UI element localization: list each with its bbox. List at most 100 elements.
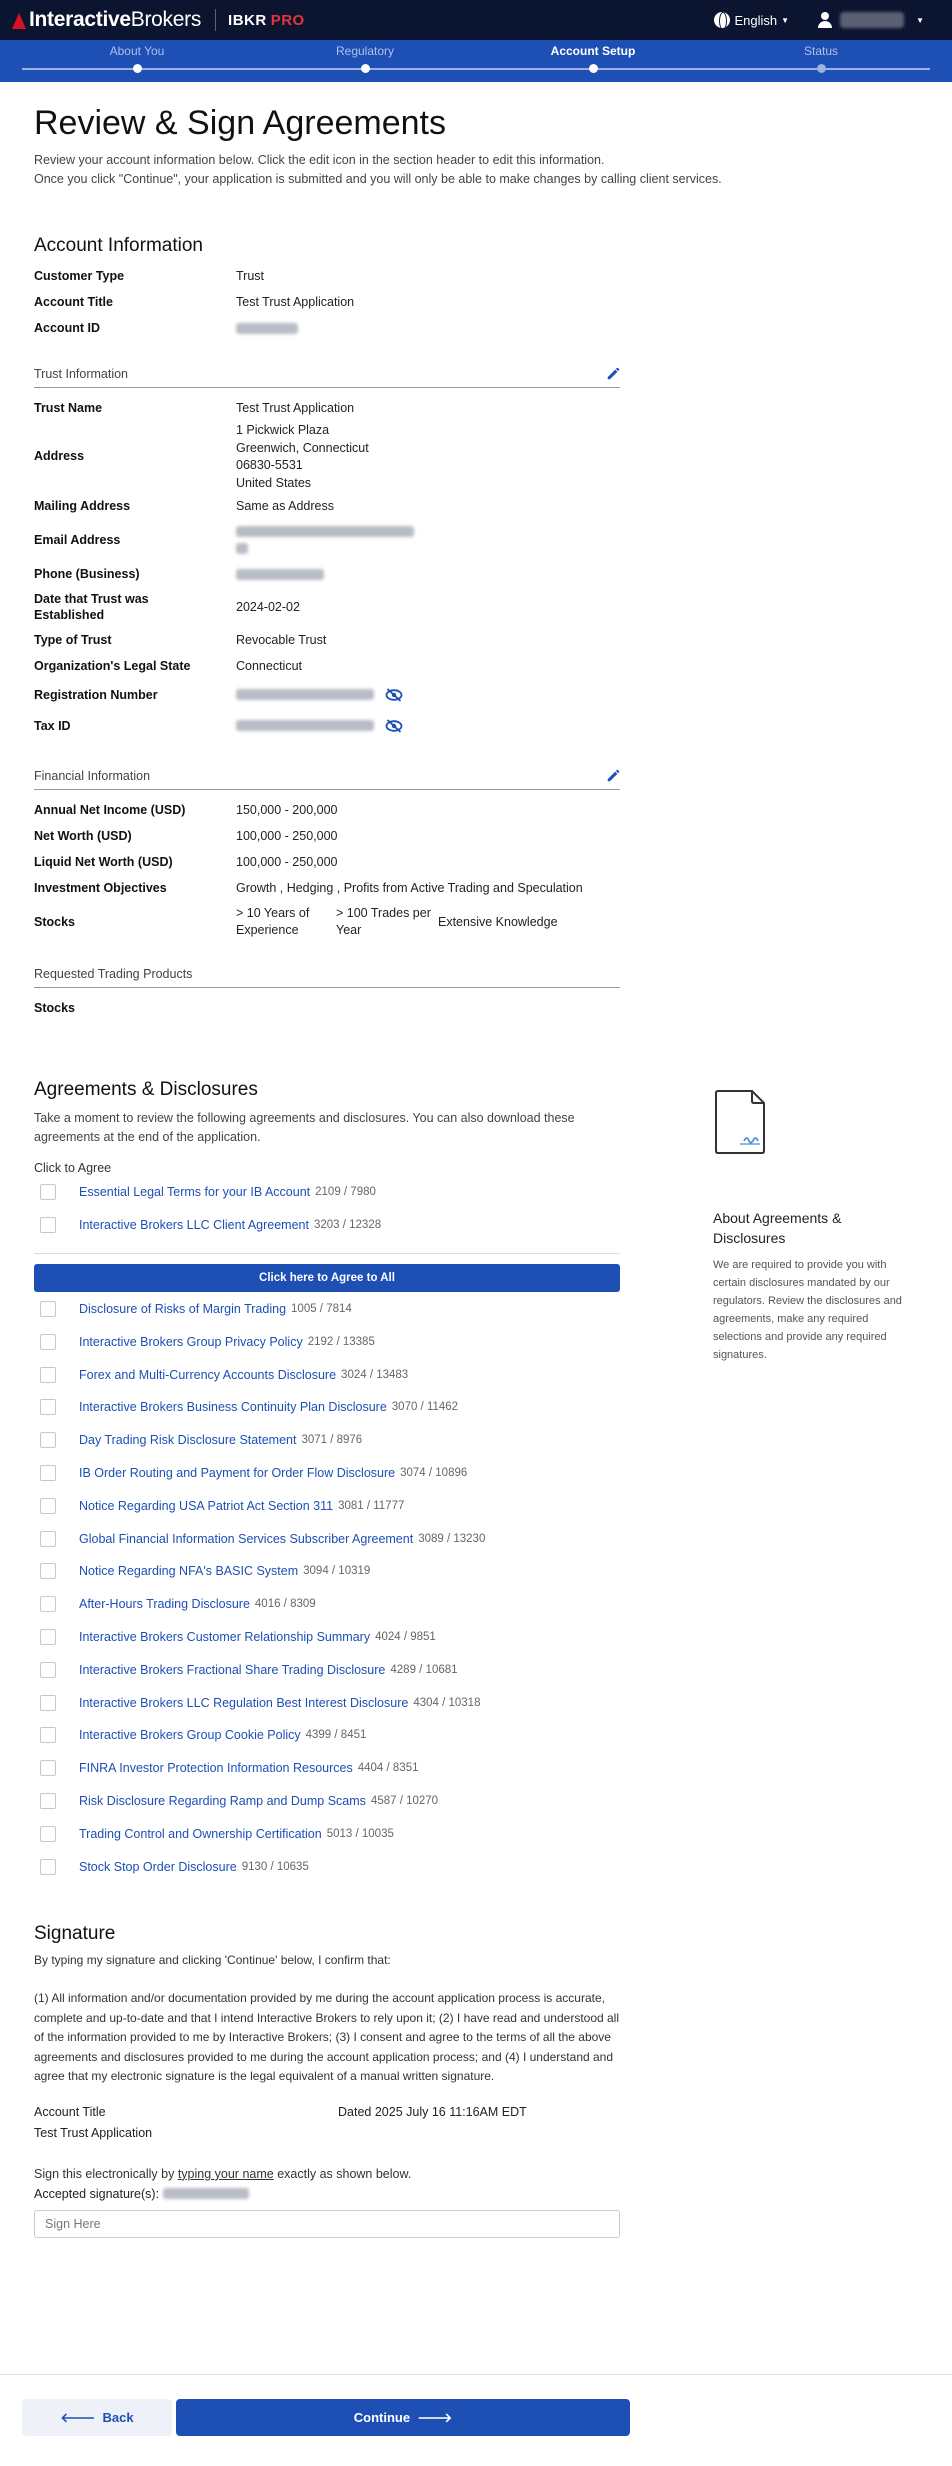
eye-slash-icon[interactable] [385, 688, 403, 702]
agree-checkbox[interactable] [40, 1792, 56, 1809]
agreement-link[interactable]: Essential Legal Terms for your IB Accoun… [79, 1185, 310, 1199]
agree-checkbox[interactable] [40, 1333, 56, 1350]
agree-checkbox[interactable] [40, 1497, 56, 1514]
agree-checkbox[interactable] [40, 1628, 56, 1645]
language-selector[interactable]: English ▼ [713, 12, 789, 28]
signature-intro: By typing my signature and clicking 'Con… [34, 1952, 391, 1967]
field-value: Revocable Trust [236, 633, 327, 647]
agreement-code: 3070 / 11462 [391, 1401, 459, 1414]
annual-income-row: Annual Net Income (USD) 150,000 - 200,00… [34, 797, 620, 823]
agreement-link[interactable]: Interactive Brokers Group Privacy Policy [79, 1335, 303, 1349]
field-label: Account Title [34, 295, 113, 309]
net-worth-row: Net Worth (USD) 100,000 - 250,000 [34, 823, 620, 849]
field-label: Account ID [34, 321, 100, 335]
agreement-link[interactable]: Stock Stop Order Disclosure [79, 1860, 237, 1874]
agree-checkbox[interactable] [40, 1661, 56, 1678]
field-value [236, 718, 403, 733]
agreement-row: Interactive Brokers LLC Client Agreement… [34, 1209, 620, 1242]
agree-checkbox[interactable] [40, 1596, 56, 1613]
field-label: Liquid Net Worth (USD) [34, 855, 173, 869]
agree-checkbox[interactable] [40, 1858, 56, 1875]
agreement-code: 9130 / 10635 [241, 1860, 309, 1873]
agreement-row: Interactive Brokers Business Continuity … [34, 1391, 620, 1424]
user-menu[interactable]: ▼ [817, 12, 924, 28]
agreement-link[interactable]: Risk Disclosure Regarding Ramp and Dump … [79, 1794, 366, 1808]
agree-checkbox[interactable] [40, 1464, 56, 1481]
phone-row: Phone (Business) [34, 561, 620, 587]
agree-checkbox[interactable] [40, 1825, 56, 1842]
field-value [236, 321, 298, 335]
field-label: Type of Trust [34, 633, 112, 647]
agreement-link[interactable]: After-Hours Trading Disclosure [79, 1597, 250, 1611]
step-regulatory[interactable]: Regulatory [265, 44, 465, 73]
agree-checkbox[interactable] [40, 1432, 56, 1449]
agree-checkbox[interactable] [40, 1217, 56, 1234]
agreement-link[interactable]: IB Order Routing and Payment for Order F… [79, 1466, 395, 1480]
tax-id-row: Tax ID [34, 710, 620, 741]
agreement-code: 4404 / 8351 [357, 1762, 419, 1775]
agree-to-all-button[interactable]: Click here to Agree to All [34, 1263, 620, 1292]
field-value: Growth , Hedging , Profits from Active T… [236, 881, 583, 895]
field-value: Connecticut [236, 659, 303, 673]
edit-pencil-icon[interactable] [606, 367, 620, 381]
field-label: Phone (Business) [34, 567, 140, 581]
eye-slash-icon[interactable] [385, 719, 403, 733]
step-status: Status [721, 44, 921, 73]
agreement-row: Interactive Brokers Group Cookie Policy 4… [34, 1719, 620, 1752]
agree-checkbox[interactable] [40, 1300, 56, 1317]
field-label: Customer Type [34, 269, 125, 283]
footer-actions: 🡐 Back Continue 🡒 [0, 2374, 952, 2466]
stocks-experience-value: > 10 Years of Experience [236, 906, 310, 937]
agreement-link[interactable]: Day Trading Risk Disclosure Statement [79, 1433, 296, 1447]
agreement-link[interactable]: Forex and Multi-Currency Accounts Disclo… [79, 1368, 336, 1382]
agreement-link[interactable]: Interactive Brokers Fractional Share Tra… [79, 1663, 385, 1677]
trading-products-heading: Requested Trading Products [34, 967, 193, 981]
field-value: Trust [236, 269, 265, 283]
redacted-signature [163, 2188, 250, 2200]
address-value: 1 Pickwick Plaza Greenwich, Connecticut … [236, 422, 369, 492]
agreement-row: IB Order Routing and Payment for Order F… [34, 1457, 620, 1490]
interactive-brokers-logo[interactable]: Interactive Brokers [12, 8, 201, 32]
progress-stepper: About You Regulatory Account Setup Statu… [0, 40, 952, 82]
agreement-link[interactable]: Trading Control and Ownership Certificat… [79, 1827, 322, 1841]
agree-checkbox[interactable] [40, 1530, 56, 1547]
product-name: IBKR [228, 11, 267, 29]
agreement-link[interactable]: Notice Regarding USA Patriot Act Section… [79, 1499, 333, 1513]
agree-checkbox[interactable] [40, 1399, 56, 1416]
agreement-link[interactable]: Global Financial Information Services Su… [79, 1532, 413, 1546]
agreement-link[interactable]: Interactive Brokers LLC Client Agreement [79, 1218, 309, 1232]
agreement-link[interactable]: Notice Regarding NFA's BASIC System [79, 1564, 298, 1578]
signature-input[interactable] [34, 2209, 620, 2238]
back-button[interactable]: 🡐 Back [22, 2399, 172, 2436]
main-content: Review & Sign Agreements Review your acc… [0, 104, 952, 2238]
step-account-setup[interactable]: Account Setup [493, 44, 693, 73]
edit-pencil-icon[interactable] [606, 769, 620, 783]
redacted-username [840, 12, 905, 28]
document-icon [715, 1090, 765, 1154]
step-label: Account Setup [550, 44, 636, 58]
agreement-link[interactable]: FINRA Investor Protection Information Re… [79, 1761, 353, 1775]
agree-checkbox[interactable] [40, 1694, 56, 1711]
account-information-section: Account Information Customer Type Trust … [34, 235, 620, 341]
signature-heading: Signature [34, 1922, 116, 1944]
agree-checkbox[interactable] [40, 1366, 56, 1383]
agreement-row: After-Hours Trading Disclosure 4016 / 830… [34, 1588, 620, 1621]
agreement-link[interactable]: Disclosure of Risks of Margin Trading [79, 1302, 286, 1316]
agreement-link[interactable]: Interactive Brokers Business Continuity … [79, 1400, 387, 1414]
agree-checkbox[interactable] [40, 1563, 56, 1580]
agreement-link[interactable]: Interactive Brokers Customer Relationshi… [79, 1630, 370, 1644]
type-of-trust-row: Type of Trust Revocable Trust [34, 627, 620, 653]
continue-button[interactable]: Continue 🡒 [176, 2399, 630, 2436]
agree-checkbox[interactable] [40, 1760, 56, 1777]
agreement-link[interactable]: Interactive Brokers Group Cookie Policy [79, 1728, 301, 1742]
typing-your-name-link: typing your name [177, 2166, 274, 2181]
agreement-link[interactable]: Interactive Brokers LLC Regulation Best … [79, 1696, 408, 1710]
agreement-code: 3094 / 10319 [303, 1565, 371, 1578]
agree-checkbox[interactable] [40, 1184, 56, 1201]
arrow-left-icon: 🡐 [60, 2409, 103, 2425]
step-about-you[interactable]: About You [37, 44, 237, 73]
account-information-heading: Account Information [34, 235, 203, 256]
agree-checkbox[interactable] [40, 1727, 56, 1744]
field-label: Email Address [34, 533, 121, 547]
account-id-row: Account ID [34, 315, 620, 341]
